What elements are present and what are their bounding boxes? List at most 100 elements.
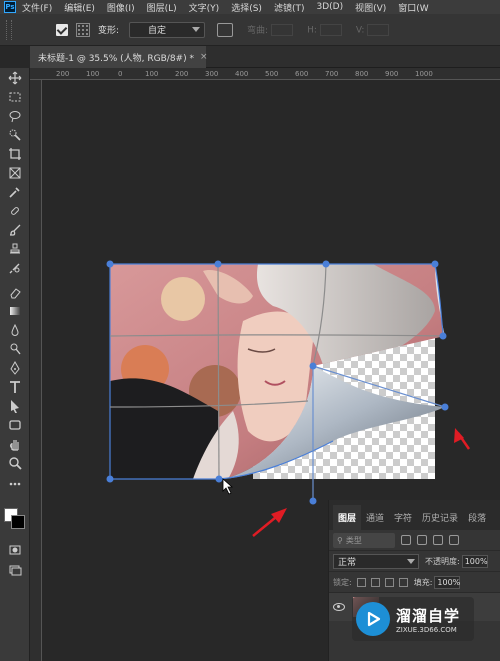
ruler-tick: 600 [295,70,309,78]
menu-edit[interactable]: 编辑(E) [64,1,95,14]
transform-select-value: 自定 [148,26,167,36]
options-grip[interactable] [6,19,12,40]
ruler-tick: 500 [265,70,279,78]
menu-bar: Ps 文件(F) 编辑(E) 图像(I) 图层(L) 文字(Y) 选择(S) 滤… [0,0,500,14]
filter-shape-icon[interactable] [449,535,459,545]
ruler-tick: 700 [325,70,339,78]
search-icon: ⚲ [337,535,343,545]
ruler-tick: 100 [145,70,159,78]
tab-paragraph[interactable]: 段落 [463,505,491,530]
photoshop-logo: Ps [4,1,16,13]
zoom-tool-icon[interactable] [7,455,23,471]
ruler-tick: 0 [118,70,123,78]
layer-filter-placeholder: 类型 [345,535,362,545]
mouse-cursor-icon [222,478,234,495]
lock-label: 锁定: [333,577,352,587]
bend-label: 弯曲: [247,25,269,36]
h-label: H: [307,25,317,35]
rectangle-tool-icon[interactable] [7,417,23,433]
lasso-tool-icon[interactable] [7,108,23,124]
document-tab-title: 未标题-1 @ 35.5% (人物, RGB/8#) * [38,53,194,64]
filter-pixel-icon[interactable] [401,535,411,545]
eraser-tool-icon[interactable] [7,284,23,300]
watermark-logo-icon [356,602,390,636]
toolbox [0,68,30,661]
blend-row: 正常 不透明度: 100% [329,551,500,572]
hand-tool-icon[interactable] [7,436,23,452]
menu-type[interactable]: 文字(Y) [189,1,220,14]
history-brush-tool-icon[interactable] [7,260,23,276]
dodge-tool-icon[interactable] [7,341,23,357]
document-tab[interactable]: 未标题-1 @ 35.5% (人物, RGB/8#) * × [30,46,208,68]
h-field[interactable]: H: [307,23,342,36]
ruler-tick: 300 [205,70,219,78]
marquee-tool-icon[interactable] [7,89,23,105]
ruler-tick: 100 [86,70,100,78]
menu-filter[interactable]: 滤镜(T) [274,1,305,14]
ruler-tick: 200 [56,70,70,78]
opacity-input[interactable]: 100% [461,554,488,568]
warp-orientation-icon[interactable] [217,22,234,37]
menu-3d[interactable]: 3D(D) [316,2,343,12]
gradient-tool-icon[interactable] [7,303,23,319]
ruler-tick: 900 [385,70,399,78]
more-tools-icon[interactable] [7,476,23,492]
stamp-tool-icon[interactable] [7,241,23,257]
quick-mask-icon[interactable] [7,542,23,558]
v-field[interactable]: V: [356,23,390,36]
frame-tool-icon[interactable] [7,165,23,181]
eyedropper-tool-icon[interactable] [7,184,23,200]
filter-adjust-icon[interactable] [417,535,427,545]
tab-channels[interactable]: 通道 [361,505,389,530]
chevron-down-icon [407,558,415,564]
quick-select-tool-icon[interactable] [7,127,23,143]
options-bar: 变形: 自定 弯曲: H: V: [0,14,500,46]
healing-brush-tool-icon[interactable] [7,203,23,219]
menu-file[interactable]: 文件(F) [22,1,52,14]
vertical-ruler [30,80,42,661]
transform-label: 变形: [98,26,120,36]
bend-field[interactable]: 弯曲: [247,23,294,37]
commit-checkbox[interactable] [56,23,68,36]
path-select-tool-icon[interactable] [7,398,23,414]
menu-layer[interactable]: 图层(L) [147,1,177,14]
blur-tool-icon[interactable] [7,322,23,338]
ruler-tick: 1000 [415,70,433,78]
transform-select[interactable]: 自定 [129,21,206,38]
crop-tool-icon[interactable] [7,146,23,162]
fill-label: 填充: [413,577,433,587]
menu-window[interactable]: 窗口(W [398,1,428,14]
menu-image[interactable]: 图像(I) [107,1,135,14]
pen-tool-icon[interactable] [7,360,23,376]
fill-input[interactable]: 100% [434,575,461,589]
type-tool-icon[interactable] [7,379,23,395]
close-icon[interactable]: × [200,52,208,62]
horizontal-ruler: 200 100 0 100 200 300 400 500 600 700 80… [30,68,500,80]
layer-filter-input[interactable]: ⚲ 类型 [333,532,395,548]
document-tab-bar: 未标题-1 @ 35.5% (人物, RGB/8#) * × [30,46,500,68]
lock-pixels-icon[interactable] [356,577,366,587]
layer-filter-row: ⚲ 类型 [329,530,500,551]
lock-all-icon[interactable] [398,577,408,587]
brush-tool-icon[interactable] [7,222,23,238]
screen-mode-icon[interactable] [7,562,23,578]
watermark-url: ZIXUE.3D66.COM [396,625,457,634]
move-tool-icon[interactable] [7,70,23,86]
chevron-down-icon [192,27,201,32]
reference-point-icon[interactable] [76,22,90,37]
watermark: 溜溜自学 ZIXUE.3D66.COM [352,597,474,641]
tab-layers[interactable]: 图层 [333,505,362,530]
tab-history[interactable]: 历史记录 [417,505,463,530]
menu-view[interactable]: 视图(V) [355,1,386,14]
ruler-tick: 400 [235,70,249,78]
lock-row: 锁定: 填充: 100% [329,572,500,593]
eye-icon[interactable] [333,603,345,611]
background-color-swatch[interactable] [11,515,25,529]
filter-type-icon[interactable] [433,535,443,545]
lock-move-icon[interactable] [384,577,394,587]
lock-paint-icon[interactable] [370,577,380,587]
tab-character[interactable]: 字符 [389,505,417,530]
blend-mode-select[interactable]: 正常 [333,553,419,569]
ruler-tick: 800 [355,70,369,78]
menu-select[interactable]: 选择(S) [231,1,262,14]
